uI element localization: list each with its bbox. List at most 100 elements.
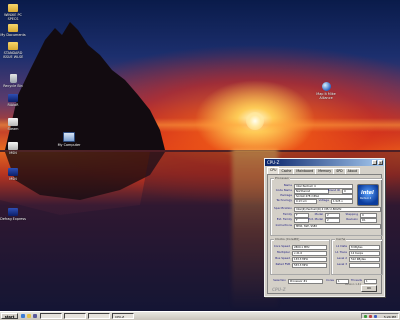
- desktop-wallpaper: WINXIE PC SPECS My Documents STANDARD IS…: [0, 0, 400, 311]
- rated-fsb-value: 533.3 MHz: [292, 263, 327, 268]
- voltage-label: Voltage: [318, 198, 330, 202]
- instructions-label: Instructions: [275, 223, 292, 227]
- taskbar: start CPU-Z 5:24 PM: [0, 311, 400, 320]
- instructions-value: MMX, SSE, SSE2: [294, 224, 381, 229]
- desktop-icon-label: Map It Mike Alliance: [316, 92, 336, 100]
- task-button[interactable]: [88, 313, 110, 319]
- bus-speed-value: 133.3 MHz: [292, 257, 327, 262]
- task-button-cpuz[interactable]: CPU-Z: [112, 313, 134, 319]
- extmodel-label: Ext. Model: [308, 217, 323, 221]
- desktop-icon-defrag[interactable]: Defrag Express: [0, 208, 26, 221]
- core-speed-label: Core Speed: [273, 244, 290, 248]
- extfamily-label: Ext. Family: [276, 217, 292, 221]
- cpuz-brand: CPU-Z: [272, 287, 286, 292]
- desktop-icon-label: MSN: [9, 151, 17, 155]
- selection-label: Selection: [273, 278, 286, 282]
- defrag-icon: [8, 208, 18, 216]
- brandid-label: Brand ID: [327, 188, 340, 192]
- spec-value: Intel(R) Pentium(R) 4 CPU 2.80GHz: [294, 207, 381, 212]
- threads-label: Threads: [350, 278, 362, 282]
- quick-launch-ie-icon[interactable]: [21, 314, 25, 318]
- desktop-icon-recycle-bin[interactable]: Recycle Bin: [0, 74, 26, 88]
- desktop-icon-label: Steam: [7, 127, 19, 131]
- desktop-icon-my-computer[interactable]: My Computer: [56, 132, 82, 147]
- logo-text: intel: [361, 190, 374, 196]
- l1-data-value: 8 KBytes: [349, 245, 380, 250]
- quick-launch-folder-icon[interactable]: [27, 314, 31, 318]
- spec-label: Specification: [274, 206, 292, 210]
- bus-speed-label: Bus Speed: [275, 256, 290, 260]
- extfamily-value: F: [294, 218, 309, 223]
- processor-group: Processor Name Intel Pentium 4 Code Name…: [270, 177, 383, 236]
- rated-fsb-label: Rated FSB: [275, 262, 290, 266]
- name-label: Name: [283, 183, 292, 187]
- clock[interactable]: 5:24 PM: [384, 315, 396, 319]
- multiplier-value: x 21.0: [292, 251, 327, 256]
- multiplier-label: Multiplier: [276, 250, 290, 254]
- desktop-icon-app[interactable]: MSN: [0, 168, 26, 181]
- desktop-icon-app[interactable]: RiAlaR: [0, 94, 26, 107]
- level2-label: Level 2: [336, 256, 347, 260]
- volume-icon[interactable]: [374, 315, 377, 318]
- desktop-icon-label: STANDARD ISSUE WLSE: [2, 51, 24, 59]
- stepping-label: Stepping: [345, 212, 358, 216]
- core-speed-value: 2800.1 MHz: [292, 245, 327, 250]
- l1-data-label: L1 Data: [336, 244, 347, 248]
- desktop-icon-label: Defrag Express: [0, 217, 26, 221]
- package-label: Package: [280, 193, 292, 197]
- ok-button[interactable]: OK: [361, 285, 377, 292]
- level3-value: [349, 263, 380, 268]
- desktop-icon-app[interactable]: MSN: [0, 142, 26, 155]
- app-icon: [8, 118, 18, 126]
- antivirus-icon[interactable]: [369, 315, 372, 318]
- logo-subtext: Pentium 4: [360, 197, 372, 200]
- codename-label: Code Name: [275, 188, 292, 192]
- folder-icon: [8, 42, 18, 50]
- window-titlebar[interactable]: CPU-Z _ ×: [265, 159, 384, 166]
- voltage-value: 1.525 v: [331, 199, 353, 204]
- cpuz-window[interactable]: CPU-Z _ × CPU Cache Mainboard Memory SPD…: [264, 158, 385, 297]
- intel-logo: intel Pentium 4: [357, 184, 379, 206]
- app-icon: [8, 168, 18, 176]
- minimize-button[interactable]: _: [372, 160, 377, 165]
- cpu-tab-panel: Processor Name Intel Pentium 4 Code Name…: [267, 174, 383, 294]
- computer-icon: [63, 132, 75, 142]
- desktop-icon-folder[interactable]: STANDARD ISSUE WLSE: [0, 42, 26, 59]
- cores-label: Cores: [326, 278, 334, 282]
- model-label: Model: [314, 212, 323, 216]
- level3-label: Level 3: [336, 262, 347, 266]
- task-button[interactable]: [40, 313, 62, 319]
- desktop-icon-globe[interactable]: Map It Mike Alliance: [313, 82, 339, 100]
- app-icon: [8, 94, 18, 102]
- desktop-icon-my-documents[interactable]: My Documents: [0, 24, 26, 37]
- folder-icon: [8, 24, 18, 32]
- group-label: Cache: [335, 237, 347, 241]
- l1-trace-label: L1 Trace: [335, 250, 347, 254]
- close-button[interactable]: ×: [378, 160, 383, 165]
- desktop-icon-label: My Computer: [57, 143, 81, 147]
- start-button[interactable]: start: [1, 313, 18, 319]
- desktop-icon-label: WINXIE PC SPECS: [4, 13, 22, 21]
- globe-icon: [321, 82, 331, 91]
- window-title: CPU-Z: [267, 160, 280, 165]
- desktop-icon-label: My Documents: [0, 33, 26, 37]
- network-icon[interactable]: [364, 315, 367, 318]
- system-tray: 5:24 PM: [361, 313, 399, 319]
- folder-icon: [8, 4, 18, 12]
- l1-trace-value: 12 Kuops: [349, 251, 380, 256]
- cache-group: Cache L1 Data 8 KBytes L1 Trace 12 Kuops…: [331, 237, 383, 275]
- version-text: Version 1.41: [344, 283, 361, 286]
- desktop-icon-folder[interactable]: WINXIE PC SPECS: [0, 4, 26, 21]
- task-button[interactable]: [64, 313, 86, 319]
- processor-select[interactable]: Processor #1: [288, 279, 323, 284]
- technology-value: 0.13 um: [294, 199, 317, 204]
- desktop-icon-app[interactable]: Steam: [0, 118, 26, 131]
- revision-value: D1: [360, 218, 377, 223]
- desktop-icon-label: Recycle Bin: [3, 84, 23, 88]
- level2-value: 512 KBytes: [349, 257, 380, 262]
- app-icon: [8, 142, 18, 150]
- quick-launch-desktop-icon[interactable]: [33, 314, 37, 318]
- family-label: Family: [283, 212, 292, 216]
- clocks-group: Clocks (Core#0) Core Speed 2800.1 MHz Mu…: [270, 238, 330, 275]
- threads-value: 1: [364, 279, 377, 284]
